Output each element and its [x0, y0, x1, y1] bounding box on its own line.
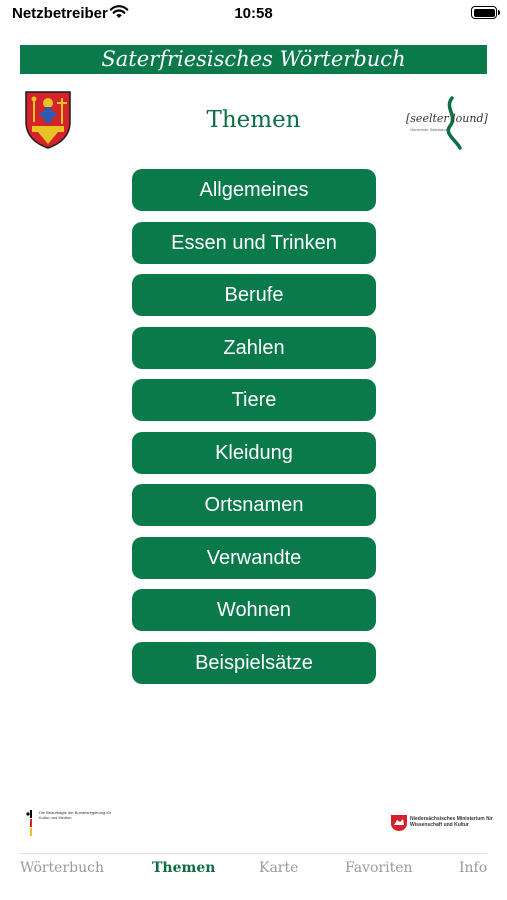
- state-sponsor-logo: Niedersächsisches Ministerium für Wissen…: [390, 814, 493, 837]
- tab-favoriten[interactable]: Favoriten: [345, 860, 413, 876]
- partner-logo-subtext: Gemeinde Saterland: [410, 127, 447, 132]
- tab-woerterbuch[interactable]: Wörterbuch: [20, 860, 104, 876]
- topic-button-zahlen[interactable]: Zahlen: [132, 326, 376, 369]
- federal-sponsor-logo: Die Beauftragte der Bundesregierung für …: [26, 810, 111, 841]
- topic-button-wohnen[interactable]: Wohnen: [132, 589, 376, 631]
- battery-icon: [471, 6, 500, 19]
- topic-button-beispielsaetze[interactable]: Beispielsätze: [132, 641, 376, 684]
- federal-sponsor-text: Die Beauftragte der Bundesregierung für …: [39, 810, 112, 820]
- topic-list: Allgemeines Essen und Trinken Berufe Zah…: [132, 169, 376, 694]
- status-bar: Netzbetreiber 10:58: [0, 0, 507, 30]
- tab-themen[interactable]: Themen: [152, 860, 215, 876]
- topic-button-berufe[interactable]: Berufe: [132, 274, 376, 316]
- state-sponsor-text: Niedersächsisches Ministerium für Wissen…: [410, 816, 493, 828]
- tab-bar-divider: [20, 853, 487, 854]
- topic-button-kleidung[interactable]: Kleidung: [132, 431, 376, 474]
- partner-logo: [seelter lound] Gemeinde Saterland: [404, 96, 488, 155]
- partner-logo-text: [seelter lound]: [406, 112, 488, 125]
- topic-button-tiere[interactable]: Tiere: [132, 379, 376, 421]
- tab-bar: Wörterbuch Themen Karte Favoriten Info: [0, 860, 507, 886]
- tab-karte[interactable]: Karte: [259, 860, 298, 876]
- topic-button-allgemeines[interactable]: Allgemeines: [132, 169, 376, 211]
- app-title-banner: Saterfriesisches Wörterbuch: [20, 45, 487, 74]
- topic-button-verwandte[interactable]: Verwandte: [132, 536, 376, 579]
- tab-info[interactable]: Info: [459, 860, 487, 876]
- topic-button-ortsnamen[interactable]: Ortsnamen: [132, 484, 376, 526]
- topic-button-essen-und-trinken[interactable]: Essen und Trinken: [132, 221, 376, 264]
- clock: 10:58: [234, 5, 273, 22]
